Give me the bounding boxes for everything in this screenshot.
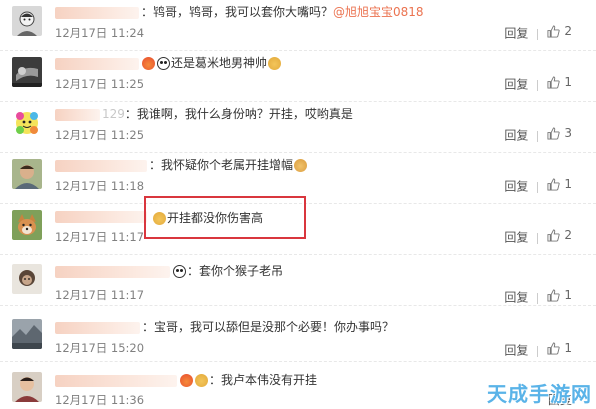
reply-button[interactable]: 回复 [504,27,528,41]
like-button[interactable]: 2 [547,228,572,242]
divider [537,345,539,357]
comment-feed: ：鸨哥，鸨哥，我可以套你大嘴吗？@旭旭宝宝0818 12月17日 11:24 回… [0,0,596,409]
comment-text: 还是葛米地男神帅 [171,56,268,70]
avatar[interactable] [12,319,42,349]
comment-content: ：鸨哥，鸨哥，我可以套你大嘴吗？@旭旭宝宝0818 [55,5,424,19]
comment-content: ：套你个猴子老吊 [55,264,283,278]
reply-button[interactable]: 回复 [504,291,528,305]
avatar[interactable] [12,210,42,240]
comment-text: ：我怀疑你个老属开挂增幅 [149,158,294,172]
doge-emoji-icon [195,374,208,387]
avatar[interactable] [12,57,42,87]
comment-time: 12月17日 11:17 [55,230,145,244]
like-button[interactable]: 1 [547,341,572,355]
comment-time: 12月17日 15:20 [55,341,145,355]
like-button[interactable]: 2 [547,24,572,38]
comment-actions: 回复 3 [504,126,572,143]
divider [537,232,539,244]
blurred-username[interactable] [55,374,177,387]
blurred-username[interactable] [55,321,140,334]
comment-text: ：套你个猴子老吊 [187,264,284,278]
comment-time: 12月17日 11:17 [55,288,145,302]
mention-link[interactable]: @旭旭宝宝0818 [333,5,424,19]
comment-actions: 回复 1 [504,75,572,92]
comment-content: 还是葛米地男神帅 [55,56,282,70]
reply-button[interactable]: 回复 [504,78,528,92]
thumbs-up-icon [547,126,560,140]
like-count: 3 [564,126,572,140]
blurred-username[interactable] [55,265,170,278]
comment-time: 12月17日 11:24 [55,26,145,40]
avatar[interactable] [12,264,42,294]
cat-emoji-icon [294,159,308,172]
divider [537,28,539,40]
comment-item: ：鸨哥，鸨哥，我可以套你大嘴吗？@旭旭宝宝0818 12月17日 11:24 回… [0,0,596,51]
divider [537,292,539,304]
like-button[interactable]: 1 [547,75,572,89]
comment-text: ：宝哥，我可以舔但是没那个必要！你办事吗？ [142,320,395,334]
panda-emoji-icon [157,57,170,70]
blurred-username[interactable] [55,159,147,172]
avatar[interactable] [12,159,42,189]
like-count: 2 [564,24,572,38]
like-button[interactable]: 1 [547,177,572,191]
comment-actions: 回复 1 [504,341,572,358]
comment-text: ：鸨哥，鸨哥，我可以套你大嘴吗？ [141,5,334,19]
reply-button[interactable]: 回复 [504,231,528,245]
like-count: 1 [564,177,572,191]
comment-item: ：宝哥，我可以舔但是没那个必要！你办事吗？ 12月17日 15:20 回复 1 [0,311,596,362]
divider [537,79,539,91]
comment-content: 129：我谁啊，我什么身份呐？开挂，哎哟真是 [55,107,353,121]
comment-time: 12月17日 11:25 [55,77,145,91]
avatar[interactable] [12,6,42,36]
reply-button[interactable]: 回复 [504,129,528,143]
comment-text: ：我谁啊，我什么身份呐？开挂，哎哟真是 [124,107,353,121]
divider [537,130,539,142]
comment-content: ：宝哥，我可以舔但是没那个必要！你办事吗？ [55,320,394,334]
like-button[interactable]: 3 [547,126,572,140]
avatar[interactable] [12,372,42,402]
doge-emoji-icon [268,57,282,70]
fire-emoji-icon [142,57,155,70]
watermark-text: 天成手游网 [487,382,592,406]
like-count: 1 [564,288,572,302]
highlight-box [144,196,306,239]
site-watermark: 天成手游网 [487,378,592,407]
comment-actions: 回复 1 [504,177,572,194]
thumbs-up-icon [547,228,560,242]
thumbs-up-icon [547,24,560,38]
panda-emoji-icon [173,265,186,278]
like-button[interactable]: 1 [547,288,572,302]
fire-emoji-icon [180,374,193,387]
thumbs-up-icon [547,341,560,355]
comment-item: ：套你个猴子老吊 12月17日 11:17 回复 1 [0,255,596,306]
like-count: 1 [564,341,572,355]
like-count: 1 [564,75,572,89]
comment-item: 129：我谁啊，我什么身份呐？开挂，哎哟真是 12月17日 11:25 回复 3 [0,102,596,153]
blurred-username[interactable] [55,210,147,223]
reply-button[interactable]: 回复 [504,344,528,358]
blurred-username[interactable] [55,6,139,19]
comment-time: 12月17日 11:36 [55,393,145,407]
divider [537,181,539,193]
comment-actions: 回复 2 [504,228,572,245]
blurred-username[interactable] [55,57,139,70]
blurred-username[interactable] [55,108,100,121]
reply-button[interactable]: 回复 [504,180,528,194]
like-count: 2 [564,228,572,242]
comment-actions: 回复 2 [504,24,572,41]
comment-text: ：我卢本伟没有开挂 [209,373,318,387]
comment-actions: 回复 1 [504,288,572,305]
thumbs-up-icon [547,177,560,191]
comment-content: ：我怀疑你个老属开挂增幅 [55,158,308,172]
avatar[interactable] [12,108,42,138]
thumbs-up-icon [547,288,560,302]
thumbs-up-icon [547,75,560,89]
username-fragment: 129 [102,107,125,121]
comment-content: ：我卢本伟没有开挂 [55,373,317,387]
comment-time: 12月17日 11:18 [55,179,145,193]
comment-content [55,209,149,223]
comment-time: 12月17日 11:25 [55,128,145,142]
comment-item: 还是葛米地男神帅 12月17日 11:25 回复 1 [0,51,596,102]
